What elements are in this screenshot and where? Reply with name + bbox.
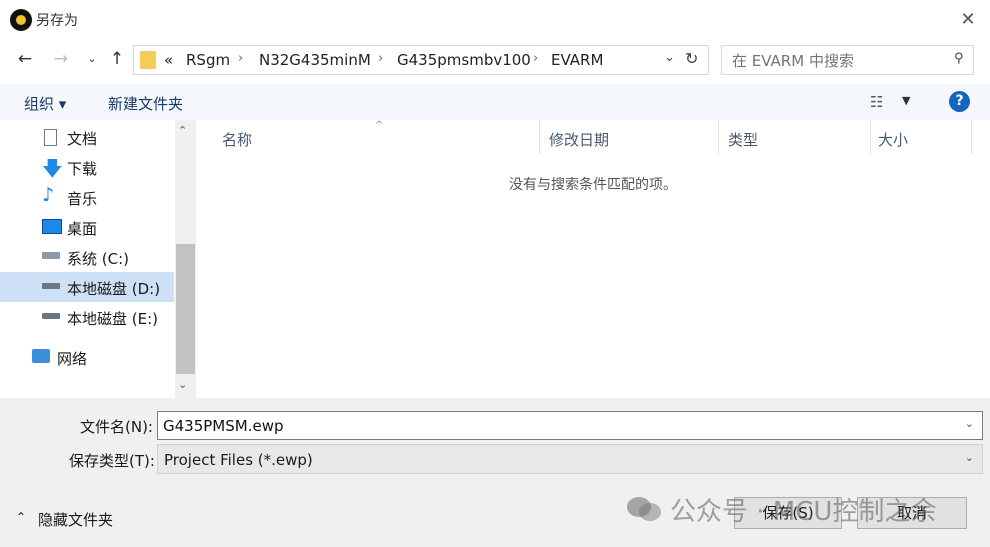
file-type-value: Project Files (*.ewp) bbox=[164, 451, 313, 469]
recent-locations-button[interactable]: ⌄ bbox=[80, 47, 104, 71]
column-header-type[interactable]: 类型 bbox=[728, 129, 758, 150]
filename-combobox[interactable]: ⌄ bbox=[157, 411, 983, 440]
file-list[interactable]: ^ 名称 修改日期 类型 大小 没有与搜索条件匹配的项。 bbox=[196, 120, 990, 398]
breadcrumb-separator-icon[interactable]: › bbox=[238, 51, 243, 66]
help-icon[interactable]: ? bbox=[949, 91, 970, 112]
scrollbar-thumb[interactable] bbox=[176, 244, 195, 374]
music-icon: ♪ bbox=[42, 184, 55, 206]
network-icon bbox=[32, 349, 50, 363]
download-icon: 🡇 bbox=[42, 156, 63, 180]
sort-ascending-icon: ^ bbox=[375, 120, 384, 131]
sidebar-item-label: 下载 bbox=[67, 160, 98, 178]
arrow-up-icon: ↑ bbox=[109, 49, 125, 69]
chevron-down-icon[interactable]: ⌄ bbox=[965, 417, 974, 430]
breadcrumb-evarm[interactable]: EVARM bbox=[551, 51, 603, 69]
view-dropdown-icon[interactable]: ▼ bbox=[902, 94, 910, 107]
filename-label: 文件名(N): bbox=[80, 418, 153, 436]
back-button[interactable]: ← bbox=[13, 47, 37, 71]
navigation-pane: 文档 🡇 下载 ♪ 音乐 桌面 系统 (C:) 本地磁盘 (D:) 本地磁盘 (… bbox=[0, 120, 196, 398]
drive-icon bbox=[42, 313, 60, 319]
forward-button[interactable]: → bbox=[49, 47, 73, 71]
breadcrumb-separator-icon[interactable]: › bbox=[533, 51, 538, 66]
app-icon bbox=[10, 9, 32, 31]
arrow-left-icon: ← bbox=[17, 49, 33, 69]
scroll-up-icon[interactable]: ⌃ bbox=[178, 124, 187, 137]
breadcrumb-n32g435minm[interactable]: N32G435minM bbox=[259, 51, 371, 69]
refresh-icon[interactable]: ↻ bbox=[685, 49, 698, 68]
dialog-title: 另存为 bbox=[36, 13, 78, 29]
search-input[interactable] bbox=[732, 52, 942, 70]
save-options-panel: 文件名(N): ⌄ 保存类型(T): Project Files (*.ewp)… bbox=[0, 398, 990, 547]
sidebar-item-label: 桌面 bbox=[67, 220, 98, 238]
column-header-modified[interactable]: 修改日期 bbox=[549, 129, 609, 150]
sidebar-item-label: 网络 bbox=[57, 350, 88, 368]
folder-icon bbox=[140, 51, 156, 69]
column-header-size[interactable]: 大小 bbox=[878, 129, 908, 150]
sidebar-item-label: 音乐 bbox=[67, 190, 98, 208]
close-icon: ✕ bbox=[960, 9, 976, 30]
organize-menu[interactable]: 组织 ▾ bbox=[24, 93, 66, 114]
sidebar-item-label: 文档 bbox=[67, 130, 98, 148]
breadcrumb-separator-icon[interactable]: › bbox=[378, 51, 383, 66]
sidebar-item-label: 系统 (C:) bbox=[67, 250, 129, 268]
column-divider[interactable] bbox=[971, 120, 972, 154]
sidebar-item-label: 本地磁盘 (E:) bbox=[67, 310, 159, 328]
sidebar-item-drive-c[interactable]: 系统 (C:) bbox=[0, 242, 174, 272]
breadcrumb-g435pmsmbv100[interactable]: G435pmsmbv100 bbox=[397, 51, 531, 69]
wechat-icon bbox=[627, 497, 661, 521]
search-icon[interactable]: ⚲ bbox=[954, 51, 964, 66]
chevron-up-icon[interactable]: ⌃ bbox=[16, 510, 26, 524]
empty-message: 没有与搜索条件匹配的项。 bbox=[509, 177, 677, 193]
sidebar-item-label: 本地磁盘 (D:) bbox=[67, 280, 161, 298]
system-drive-icon bbox=[42, 252, 60, 259]
chevron-down-icon: ⌄ bbox=[87, 52, 97, 65]
document-icon bbox=[44, 129, 57, 146]
column-divider[interactable] bbox=[539, 120, 540, 154]
column-header-name[interactable]: 名称 bbox=[222, 129, 252, 150]
sidebar-item-drive-e[interactable]: 本地磁盘 (E:) bbox=[0, 302, 174, 332]
hide-folders-toggle[interactable]: 隐藏文件夹 bbox=[38, 509, 113, 530]
new-folder-button[interactable]: 新建文件夹 bbox=[108, 93, 183, 114]
close-button[interactable]: ✕ bbox=[956, 9, 980, 33]
filename-input[interactable] bbox=[163, 417, 953, 435]
column-divider[interactable] bbox=[718, 120, 719, 154]
sidebar-item-drive-d[interactable]: 本地磁盘 (D:) bbox=[0, 272, 174, 302]
title-bar: 另存为 ✕ bbox=[0, 0, 990, 40]
sidebar-item-music[interactable]: ♪ 音乐 bbox=[0, 182, 174, 212]
sidebar-item-downloads[interactable]: 🡇 下载 bbox=[0, 152, 174, 182]
address-bar[interactable]: « RSgm › N32G435minM › G435pmsmbv100 › E… bbox=[133, 45, 709, 75]
sidebar-item-desktop[interactable]: 桌面 bbox=[0, 212, 174, 242]
breadcrumb-rsgm[interactable]: RSgm bbox=[186, 51, 230, 69]
view-options-icon[interactable]: ☷ bbox=[870, 93, 883, 111]
sidebar-item-network[interactable]: 网络 bbox=[0, 342, 174, 372]
scroll-down-icon[interactable]: ⌄ bbox=[178, 378, 187, 391]
file-type-label: 保存类型(T): bbox=[69, 452, 155, 470]
breadcrumb-overflow[interactable]: « bbox=[164, 51, 173, 69]
arrow-right-icon: → bbox=[53, 49, 69, 69]
command-bar: 组织 ▾ 新建文件夹 ☷ ▼ ? bbox=[0, 84, 990, 120]
search-box[interactable]: ⚲ bbox=[721, 45, 974, 75]
watermark-text: 公众号 · MCU控制之余 bbox=[670, 497, 937, 527]
file-type-select[interactable]: Project Files (*.ewp) ⌄ bbox=[157, 444, 983, 474]
sidebar-item-documents[interactable]: 文档 bbox=[0, 122, 174, 152]
address-dropdown-icon[interactable]: ⌄ bbox=[664, 50, 675, 65]
desktop-icon bbox=[42, 219, 62, 234]
column-divider[interactable] bbox=[870, 120, 871, 154]
chevron-down-icon[interactable]: ⌄ bbox=[965, 451, 974, 464]
up-button[interactable]: ↑ bbox=[105, 47, 129, 71]
drive-icon bbox=[42, 283, 60, 289]
